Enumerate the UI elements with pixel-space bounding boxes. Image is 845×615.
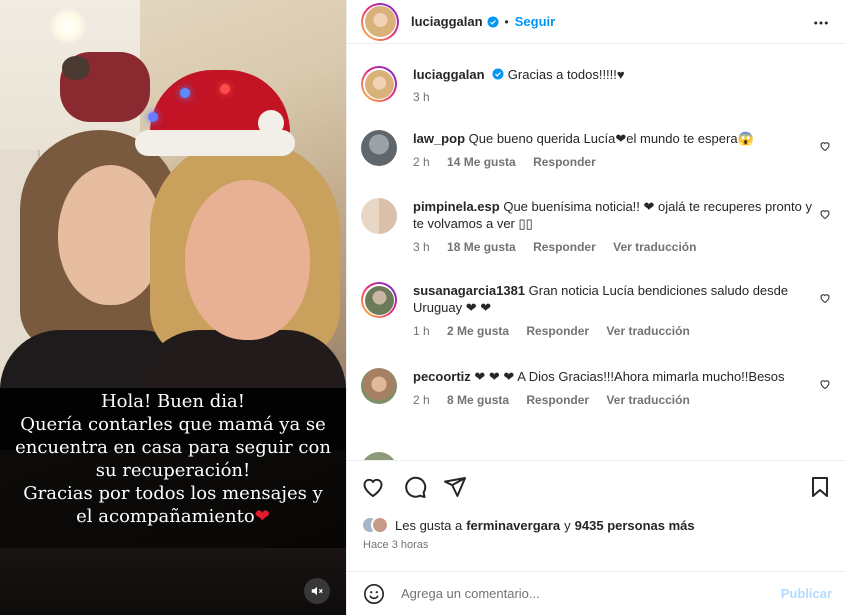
comment-like-heart-icon[interactable] bbox=[819, 208, 831, 220]
photo-hat-light-red bbox=[220, 84, 230, 94]
comment-username[interactable]: susanagarcia1381 bbox=[413, 283, 525, 298]
caption-author-avatar[interactable] bbox=[361, 66, 397, 102]
see-translation-button[interactable]: Ver traducción bbox=[613, 240, 696, 254]
reply-button[interactable]: Responder bbox=[533, 155, 596, 169]
post-header: luciaggalan • Seguir bbox=[347, 0, 845, 44]
photo-person-right bbox=[140, 120, 346, 450]
comment-username[interactable]: law_pop bbox=[413, 131, 465, 146]
caption-line: Quería contarles que mamá ya se bbox=[20, 414, 326, 435]
comment-username[interactable]: pecoortiz bbox=[413, 369, 471, 384]
commenter-avatar[interactable] bbox=[361, 452, 397, 460]
verified-badge-icon bbox=[487, 16, 499, 27]
liker-username[interactable]: ferminavergara bbox=[466, 518, 560, 533]
commenter-avatar[interactable] bbox=[361, 198, 397, 234]
add-comment-bar: Publicar bbox=[347, 571, 845, 615]
comment-time: 1 h bbox=[413, 324, 430, 338]
see-translation-button[interactable]: Ver traducción bbox=[606, 324, 689, 338]
post-time: Hace 3 horas bbox=[363, 539, 429, 551]
reply-button[interactable]: Responder bbox=[533, 240, 596, 254]
more-options-icon[interactable] bbox=[812, 14, 830, 32]
caption-line: Hola! Buen dia! bbox=[100, 391, 245, 412]
caption-line-last: el acompañamiento❤ bbox=[4, 505, 342, 528]
caption-username[interactable]: luciaggalan bbox=[413, 67, 485, 82]
speaker-muted-icon bbox=[311, 586, 323, 596]
reply-button[interactable]: Responder bbox=[526, 393, 589, 407]
photo-ceiling-light bbox=[50, 8, 86, 44]
comment-likes[interactable]: 8 Me gusta bbox=[447, 393, 509, 407]
share-send-icon[interactable] bbox=[443, 475, 467, 499]
comment-time: 2 h bbox=[413, 393, 430, 407]
post-actions-bar bbox=[347, 460, 845, 516]
comment-likes[interactable]: 14 Me gusta bbox=[447, 155, 516, 169]
caption-line: encuentra en casa para seguir con bbox=[15, 437, 331, 458]
verified-badge-icon bbox=[492, 68, 504, 80]
instagram-post-view: Hola! Buen dia! Quería contarles que mam… bbox=[0, 0, 845, 615]
post-side-panel: luciaggalan • Seguir luciaggalan Gracias… bbox=[346, 0, 845, 615]
comment-time: 3 h bbox=[413, 240, 430, 254]
comment-like-heart-icon[interactable] bbox=[819, 140, 831, 152]
liker-avatar bbox=[371, 516, 389, 534]
photo-hat-light-blue-2 bbox=[148, 112, 158, 122]
mute-button[interactable] bbox=[304, 578, 330, 604]
likes-summary: Les gusta a ferminavergara y 9435 person… bbox=[361, 516, 831, 534]
comment-likes[interactable]: 18 Me gusta bbox=[447, 240, 516, 254]
caption-heart-emoji: ❤ bbox=[254, 506, 270, 527]
likes-prefix: Les gusta a bbox=[395, 517, 463, 533]
caption-line: Gracias por todos los mensajes y bbox=[23, 483, 323, 504]
author-avatar[interactable] bbox=[361, 2, 399, 41]
comment-bubble-icon[interactable] bbox=[403, 475, 427, 499]
comment-time: 2 h bbox=[413, 155, 430, 169]
post-media[interactable]: Hola! Buen dia! Quería contarles que mam… bbox=[0, 0, 346, 615]
caption-line: su recuperación! bbox=[95, 460, 251, 481]
follow-button[interactable]: Seguir bbox=[515, 14, 555, 29]
comment-like-heart-icon[interactable] bbox=[819, 292, 831, 304]
save-bookmark-icon[interactable] bbox=[808, 475, 832, 499]
likes-middle: y bbox=[564, 517, 571, 533]
see-translation-button[interactable]: Ver traducción bbox=[606, 393, 689, 407]
comment-username[interactable]: pimpinela.esp bbox=[413, 199, 500, 214]
author-username[interactable]: luciaggalan bbox=[411, 14, 483, 29]
caption-text: Gracias a todos!!!!!♥ bbox=[507, 67, 625, 82]
header-separator: • bbox=[504, 14, 509, 29]
caption-line: el acompañamiento bbox=[76, 506, 255, 527]
like-heart-icon[interactable] bbox=[361, 475, 385, 499]
comment-like-heart-icon[interactable] bbox=[819, 378, 831, 390]
commenter-avatar[interactable] bbox=[361, 282, 397, 318]
publish-button[interactable]: Publicar bbox=[781, 586, 832, 601]
photo-santa-hat-pom bbox=[258, 110, 284, 136]
photo-hat-light-blue bbox=[180, 88, 190, 98]
reply-button[interactable]: Responder bbox=[526, 324, 589, 338]
caption-time: 3 h bbox=[413, 90, 430, 104]
emoji-icon[interactable] bbox=[363, 583, 385, 605]
comment-text: Que bueno querida Lucía❤el mundo te espe… bbox=[468, 131, 754, 146]
comment-likes[interactable]: 2 Me gusta bbox=[447, 324, 509, 338]
add-comment-input[interactable] bbox=[401, 586, 761, 601]
photo-reindeer-ornament bbox=[62, 56, 90, 80]
story-caption-overlay: Hola! Buen dia! Quería contarles que mam… bbox=[0, 388, 346, 548]
photo-bottom-area bbox=[0, 548, 346, 615]
commenter-avatar[interactable] bbox=[361, 368, 397, 404]
comment-text: ❤ ❤ ❤ A Dios Gracias!!!Ahora mimarla muc… bbox=[474, 369, 785, 384]
likes-count[interactable]: 9435 personas más bbox=[575, 518, 695, 533]
commenter-avatar[interactable] bbox=[361, 130, 397, 166]
comments-list[interactable]: luciaggalan Gracias a todos!!!!!♥ 3 h la… bbox=[347, 52, 845, 460]
